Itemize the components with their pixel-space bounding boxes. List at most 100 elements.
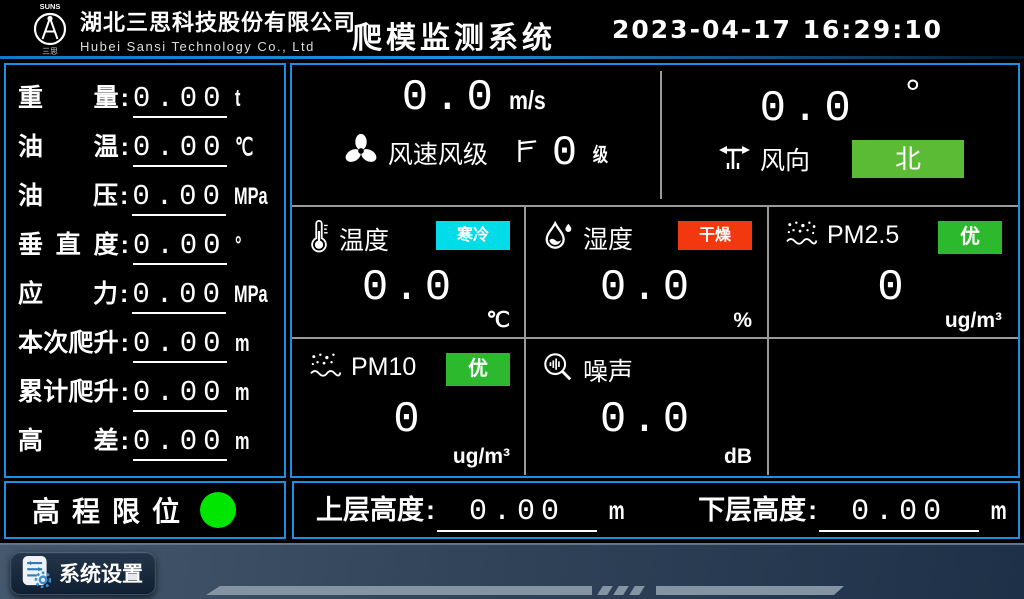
elevation-limit-panel: 高程限位 [4,481,286,539]
lower-height-value: 0.00 [819,495,979,532]
metric-colon: : [120,182,128,211]
sensor-cell-humidity: 湿度 干燥 0.0 % [528,207,766,337]
metric-row-oil-pressure: 油压 : 0.00 MPa [18,176,274,216]
sensor-unit: dB [724,445,752,469]
wind-speed-section: 0.0 m/s 风速风级 [292,65,660,205]
thermometer-icon [308,219,330,258]
pm10-status-badge: 优 [446,353,510,386]
sensor-label: 温度 [339,221,389,257]
wind-speed-value: 0.0 [402,73,499,123]
temperature-status-badge: 寒冷 [436,221,510,250]
wind-speed-unit: m/s [509,85,546,116]
footer-bar: 系统设置 [0,543,1024,599]
wind-vane-icon [716,142,752,177]
sensor-cell-temperature: 温度 寒冷 0.0 ℃ [294,207,524,337]
metric-value: 0.00 [132,180,226,216]
footer-stripe-slash [597,586,613,595]
metric-label: 累计爬升 [18,372,119,408]
grid-line-v1 [524,205,526,475]
wind-direction-badge: 北 [852,140,964,178]
metric-unit: t [235,85,262,113]
footer-stripe [656,586,844,595]
sensor-value: 0 [770,263,1016,313]
metric-value: 0.00 [133,327,227,363]
metric-row-stress: 应力 : 0.00 MPa [18,274,274,314]
sensor-unit: % [733,309,752,333]
sensor-cell-pm25: PM2.5 优 0 ug/m³ [770,207,1016,337]
sensor-value: 0.0 [528,263,766,313]
metric-label: 垂直度 [18,225,119,261]
sensor-cell-noise: 噪声 0.0 dB [528,339,766,473]
metric-colon: : [121,84,129,113]
layer-heights-panel: 上层高度 : 0.00 m 下层高度 : 0.00 m [292,481,1020,539]
pm25-status-badge: 优 [938,221,1002,254]
metric-colon: : [121,378,129,407]
metric-row-verticality: 垂直度 : 0.00 ° [18,225,274,265]
metric-unit: ° [235,232,262,260]
dust-particles-icon [784,219,818,252]
system-settings-button[interactable]: 系统设置 [10,551,156,595]
wind-direction-value: 0.0 [760,84,857,134]
metric-value: 0.00 [133,425,227,461]
humidity-status-badge: 干燥 [678,221,752,250]
metric-label: 油压 [18,176,118,212]
header-divider [0,56,1024,59]
environment-panel: 0.0 m/s 风速风级 [290,63,1020,478]
footer-stripe-slash [613,586,629,595]
footer-stripe [206,586,592,595]
metric-unit: ℃ [235,133,262,162]
wind-direction-label: 风向 [760,141,810,177]
lower-height-colon: : [808,495,817,526]
metric-colon: : [121,427,129,456]
settings-sliders-icon [21,554,51,593]
sensor-label: PM10 [351,353,416,382]
metric-colon: : [121,231,129,260]
elevation-limit-label: 高程限位 [32,490,192,530]
metric-unit: m [235,379,262,407]
sensor-value: 0.0 [294,263,524,313]
upper-height-unit: m [608,495,624,526]
sensor-label: 噪声 [583,352,633,388]
droplet-icon [542,219,574,256]
metric-value: 0.00 [132,278,226,314]
wind-level-value: 0 [552,129,577,177]
metric-colon: : [121,133,129,162]
metric-value: 0.00 [133,82,227,118]
metric-value: 0.00 [133,229,227,265]
metric-unit: m [235,330,262,358]
metric-row-height-diff: 高差 : 0.00 m [18,421,274,461]
wind-level-unit: 级 [593,140,608,167]
company-name-en: Hubei Sansi Technology Co., Ltd [80,39,356,54]
logo-bottom-text: 三思 [42,47,58,56]
wind-direction-unit: ° [905,73,920,115]
metric-row-weight: 重量 : 0.00 t [18,78,274,118]
wind-direction-section: 0.0 ° 风向 北 [662,65,1018,205]
fan-icon [342,132,380,175]
metric-label: 本次爬升 [18,323,119,359]
grid-line-v2 [767,205,769,475]
sensor-value: 0.0 [528,395,766,445]
metric-row-total-climb: 累计爬升 : 0.00 m [18,372,274,412]
metric-label: 高差 [18,421,119,457]
metric-label: 油温 [18,127,119,163]
company-name-block: 湖北三思科技股份有限公司 Hubei Sansi Technology Co.,… [80,5,356,54]
company-name-cn: 湖北三思科技股份有限公司 [80,5,356,37]
wind-speed-label: 风速风级 [388,135,488,171]
metric-row-oil-temp: 油温 : 0.00 ℃ [18,127,274,167]
settings-button-label: 系统设置 [59,558,143,588]
upper-height-value: 0.00 [437,495,597,532]
datetime-display: 2023-04-17 16:29:10 [612,15,943,44]
noise-meter-icon [542,351,574,388]
metric-label: 重量 [18,78,119,114]
logo-top-text: SUNS [40,2,61,11]
metric-unit: MPa [234,281,261,309]
upper-height-colon: : [426,495,435,526]
metric-value: 0.00 [133,131,227,167]
wind-level-flag-icon [514,137,538,170]
metric-unit: m [235,428,262,456]
metric-colon: : [120,280,128,309]
metric-unit: MPa [234,183,261,211]
metric-label: 应力 [18,274,118,310]
elevation-limit-status-light [200,492,236,528]
footer-stripe-slash [629,586,645,595]
